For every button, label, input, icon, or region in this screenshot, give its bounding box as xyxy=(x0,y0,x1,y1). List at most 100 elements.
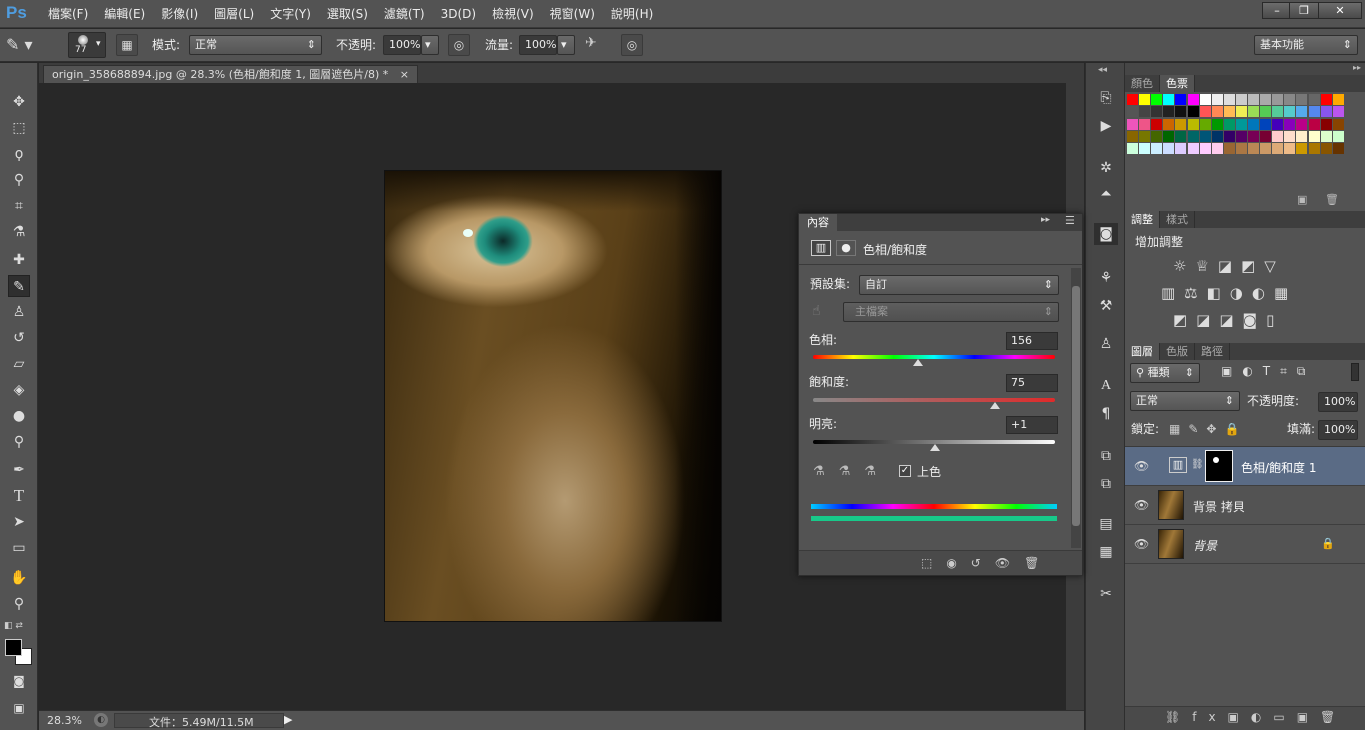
menu-filter[interactable]: 濾鏡(T) xyxy=(376,0,433,28)
brush-tool-icon[interactable]: ✎ xyxy=(8,275,30,297)
color-swatch[interactable] xyxy=(1284,130,1296,142)
color-swatch[interactable] xyxy=(1223,143,1235,155)
document-image[interactable] xyxy=(384,170,722,622)
color-swatch[interactable] xyxy=(1139,94,1151,105)
color-swatch[interactable] xyxy=(1139,118,1151,130)
color-swatch[interactable] xyxy=(1175,106,1187,118)
color-swatch[interactable] xyxy=(1332,94,1344,105)
layer-mask-thumbnail[interactable] xyxy=(1205,450,1233,482)
color-swatch[interactable] xyxy=(1308,143,1320,155)
status-menu-arrow-icon[interactable]: ▶ xyxy=(284,713,292,726)
pressure-size-icon[interactable]: ◎ xyxy=(621,34,643,56)
color-swatch[interactable] xyxy=(1308,118,1320,130)
color-swatch[interactable] xyxy=(1211,143,1223,155)
paint-bucket-tool-icon[interactable]: ◈ xyxy=(8,379,30,401)
preset-select[interactable]: 自訂 ⇕ xyxy=(859,275,1059,295)
rectangle-tool-icon[interactable]: ▭ xyxy=(8,537,30,559)
color-swatch[interactable] xyxy=(1127,94,1138,105)
brush-size-picker[interactable]: 77 ▾ xyxy=(68,32,106,58)
document-tab[interactable]: origin_358688894.jpg @ 28.3% (色相/飽和度 1, … xyxy=(43,65,418,83)
visibility-eye-icon[interactable]: 👁 xyxy=(1134,459,1149,473)
colorize-checkbox[interactable]: ✓ xyxy=(899,465,911,477)
tab-channels[interactable]: 色版 xyxy=(1160,343,1195,360)
adjustment-icons-row-3[interactable]: ◩◪◪◙▯ xyxy=(1173,311,1283,329)
status-info-icon[interactable]: ◐ xyxy=(94,713,108,727)
color-swatch[interactable] xyxy=(1248,130,1259,142)
color-swatch[interactable] xyxy=(1151,143,1163,155)
color-swatch[interactable] xyxy=(1320,106,1332,118)
menu-file[interactable]: 檔案(F) xyxy=(40,0,96,28)
saturation-slider-thumb[interactable] xyxy=(989,402,1000,409)
quick-select-tool-icon[interactable]: ⚲ xyxy=(8,169,30,191)
color-swatch[interactable] xyxy=(1175,130,1187,142)
color-swatch[interactable] xyxy=(1223,130,1235,142)
saturation-slider-track[interactable] xyxy=(813,398,1055,402)
quick-mask-icon[interactable]: ◙ xyxy=(8,670,30,692)
move-tool-icon[interactable]: ✥ xyxy=(8,91,30,113)
color-swatch[interactable] xyxy=(1260,143,1272,155)
delete-swatch-icon[interactable]: 🗑 xyxy=(1325,193,1339,206)
menu-layer[interactable]: 圖層(L) xyxy=(206,0,262,28)
color-swatch[interactable] xyxy=(1272,118,1284,130)
brush-panel-toggle-icon[interactable]: ▦ xyxy=(116,34,138,56)
color-swatch[interactable] xyxy=(1139,130,1151,142)
color-swatch[interactable] xyxy=(1187,106,1199,118)
tab-paths[interactable]: 路徑 xyxy=(1195,343,1230,360)
screen-mode-icon[interactable]: ▣ xyxy=(8,697,30,719)
visibility-eye-icon[interactable]: 👁 xyxy=(1134,498,1149,512)
color-swatch[interactable] xyxy=(1187,143,1199,155)
color-swatch[interactable] xyxy=(1284,143,1296,155)
type-tool-icon[interactable]: T xyxy=(8,485,30,507)
adjustment-icon[interactable]: ▥ xyxy=(811,240,831,256)
tab-layers[interactable]: 圖層 xyxy=(1125,343,1160,360)
eyedropper-tool-icon[interactable]: ⚗ xyxy=(8,221,30,243)
menu-select[interactable]: 選取(S) xyxy=(319,0,376,28)
eyedropper-icons[interactable]: ⚗⚗⚗ xyxy=(813,464,890,479)
color-swatch[interactable] xyxy=(1175,94,1187,105)
zoom-tool-icon[interactable]: ⚲ xyxy=(8,593,30,615)
color-swatch[interactable] xyxy=(1151,106,1163,118)
history-panel-icon[interactable]: ⎘ xyxy=(1094,87,1118,109)
color-swatch[interactable] xyxy=(1284,106,1296,118)
color-swatch[interactable] xyxy=(1175,143,1187,155)
color-swatch[interactable] xyxy=(1284,118,1296,130)
color-swatch[interactable] xyxy=(1235,94,1247,105)
adjustment-icons-row-2[interactable]: ▥⚖◧◑◐▦ xyxy=(1161,284,1297,302)
tab-properties[interactable]: 內容 xyxy=(799,214,837,231)
panel-menu-icon[interactable]: ☰ xyxy=(1065,214,1075,227)
color-swatch[interactable] xyxy=(1308,94,1320,105)
channel-select[interactable]: 主檔案 ⇕ xyxy=(843,302,1059,322)
color-swatch[interactable] xyxy=(1235,106,1247,118)
color-swatch[interactable] xyxy=(1272,130,1284,142)
color-swatch[interactable] xyxy=(1320,94,1332,105)
link-chain-icon[interactable]: ⛓ xyxy=(1191,459,1204,470)
character-panel-icon[interactable]: A xyxy=(1094,375,1118,397)
color-swatch[interactable] xyxy=(1199,106,1211,118)
properties-footer-icons[interactable]: ⬚◉↺👁🗑 xyxy=(921,556,1053,570)
color-swatch[interactable] xyxy=(1163,118,1175,130)
layer-filter-select[interactable]: ⚲ 種類 ⇕ xyxy=(1130,363,1200,383)
color-swatch[interactable] xyxy=(1211,130,1223,142)
color-swatch[interactable] xyxy=(1320,118,1332,130)
new-swatch-icon[interactable]: ▣ xyxy=(1297,193,1307,206)
layer-opacity-input[interactable]: 100% xyxy=(1318,392,1358,412)
close-window-button[interactable]: ✕ xyxy=(1318,2,1362,19)
color-swatch[interactable] xyxy=(1199,94,1211,105)
crop-tool-icon[interactable]: ⌗ xyxy=(8,195,30,217)
color-swatch[interactable] xyxy=(1320,130,1332,142)
hue-slider-thumb[interactable] xyxy=(912,359,923,366)
menu-edit[interactable]: 編輯(E) xyxy=(96,0,153,28)
color-swatch[interactable] xyxy=(1211,106,1223,118)
tools-settings-icon[interactable]: ✂ xyxy=(1094,583,1118,605)
color-swatch[interactable] xyxy=(1284,94,1296,105)
color-swatch[interactable] xyxy=(1235,143,1247,155)
layer-row-hue-saturation[interactable]: 👁 ▥ ⛓ 色相/飽和度 1 xyxy=(1125,447,1365,486)
fill-input[interactable]: 100% xyxy=(1318,420,1358,440)
color-swatch[interactable] xyxy=(1332,118,1344,130)
tab-color[interactable]: 顏色 xyxy=(1125,75,1160,92)
layers-footer-icons[interactable]: ⛓fx▣◐▭▣🗑 xyxy=(1165,710,1347,724)
saturation-input[interactable]: 75 xyxy=(1006,374,1058,392)
color-swatch[interactable] xyxy=(1127,106,1138,118)
filter-toggle[interactable] xyxy=(1351,363,1359,381)
menu-help[interactable]: 說明(H) xyxy=(603,0,661,28)
